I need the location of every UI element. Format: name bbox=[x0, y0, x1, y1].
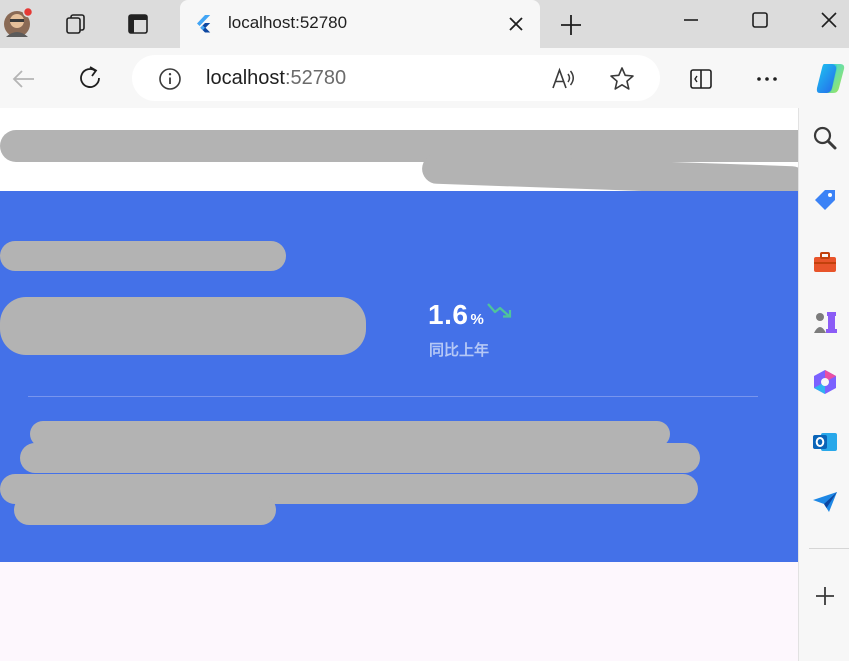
avatar-icon bbox=[4, 6, 34, 37]
new-tab-button[interactable] bbox=[558, 12, 584, 38]
sidebar-tools-button[interactable] bbox=[811, 248, 839, 276]
tab-actions-button[interactable] bbox=[125, 12, 151, 36]
page-content: 1.6% 同比上年 bbox=[0, 108, 798, 661]
sidebar-send-button[interactable] bbox=[811, 488, 839, 516]
stat-value: 1.6 bbox=[428, 299, 469, 330]
yoy-stat: 1.6% 同比上年 bbox=[428, 299, 514, 359]
browser-toolbar: localhost:52780 bbox=[0, 48, 849, 108]
tag-icon bbox=[815, 190, 835, 210]
plus-icon bbox=[816, 587, 834, 605]
collections-button[interactable] bbox=[62, 12, 88, 36]
split-screen-button[interactable] bbox=[688, 66, 714, 92]
stats-card: 1.6% 同比上年 bbox=[0, 191, 798, 562]
more-button[interactable] bbox=[754, 66, 780, 92]
info-icon[interactable] bbox=[158, 67, 182, 91]
url-text[interactable]: localhost:52780 bbox=[206, 67, 346, 90]
flutter-icon bbox=[194, 14, 214, 34]
toolbox-icon bbox=[814, 252, 836, 272]
star-icon bbox=[610, 67, 634, 90]
read-aloud-icon bbox=[552, 67, 574, 89]
read-aloud-button[interactable] bbox=[550, 66, 576, 92]
favorite-button[interactable] bbox=[608, 65, 636, 93]
browser-tab[interactable]: localhost:52780 bbox=[180, 0, 540, 48]
search-icon bbox=[813, 126, 837, 150]
address-bar[interactable]: localhost:52780 bbox=[132, 55, 660, 101]
tab-title: localhost:52780 bbox=[228, 13, 348, 32]
minimize-icon bbox=[684, 19, 698, 21]
stat-unit: % bbox=[470, 311, 484, 328]
close-icon bbox=[509, 17, 523, 31]
sidebar-shopping-button[interactable] bbox=[811, 186, 839, 214]
sidebar-games-button[interactable] bbox=[811, 308, 839, 336]
maximize-icon bbox=[752, 12, 768, 28]
refresh-button[interactable] bbox=[76, 64, 104, 92]
close-tab-button[interactable] bbox=[506, 14, 526, 34]
microsoft365-icon bbox=[814, 370, 836, 394]
close-window-button[interactable] bbox=[814, 8, 844, 32]
refresh-icon bbox=[80, 66, 100, 88]
profile-avatar[interactable] bbox=[2, 6, 34, 39]
url-port: :52780 bbox=[284, 67, 347, 89]
arrow-left-icon bbox=[12, 70, 34, 88]
sidebar-divider bbox=[809, 548, 849, 549]
redacted-footer-line-2 bbox=[20, 443, 700, 473]
split-screen-icon bbox=[690, 69, 712, 89]
sidebar-search-button[interactable] bbox=[811, 124, 839, 152]
sidebar-add-button[interactable] bbox=[811, 582, 839, 610]
tab-strip: localhost:52780 bbox=[0, 0, 849, 48]
collections-icon bbox=[66, 14, 85, 34]
edge-sidebar bbox=[798, 108, 849, 661]
trend-down-icon bbox=[486, 303, 511, 318]
copilot-icon bbox=[816, 64, 845, 93]
tab-actions-icon bbox=[128, 14, 148, 34]
url-host: localhost bbox=[206, 67, 285, 89]
maximize-button[interactable] bbox=[745, 8, 775, 32]
games-icon bbox=[814, 312, 837, 333]
minimize-button[interactable] bbox=[676, 8, 706, 32]
redacted-value bbox=[0, 297, 366, 355]
card-divider bbox=[28, 396, 758, 397]
sidebar-outlook-button[interactable] bbox=[811, 428, 839, 456]
close-icon bbox=[821, 12, 837, 28]
redacted-title bbox=[0, 130, 798, 162]
redacted-footer-line-4 bbox=[14, 495, 276, 525]
outlook-icon bbox=[813, 433, 837, 451]
ellipsis-icon bbox=[757, 77, 777, 81]
back-button[interactable] bbox=[10, 65, 38, 93]
sidebar-m365-button[interactable] bbox=[811, 368, 839, 396]
stat-label: 同比上年 bbox=[429, 341, 490, 359]
page-header bbox=[0, 108, 798, 197]
redacted-label bbox=[0, 241, 286, 271]
plus-icon bbox=[561, 15, 581, 35]
send-icon bbox=[813, 492, 837, 512]
copilot-button[interactable] bbox=[812, 60, 848, 96]
